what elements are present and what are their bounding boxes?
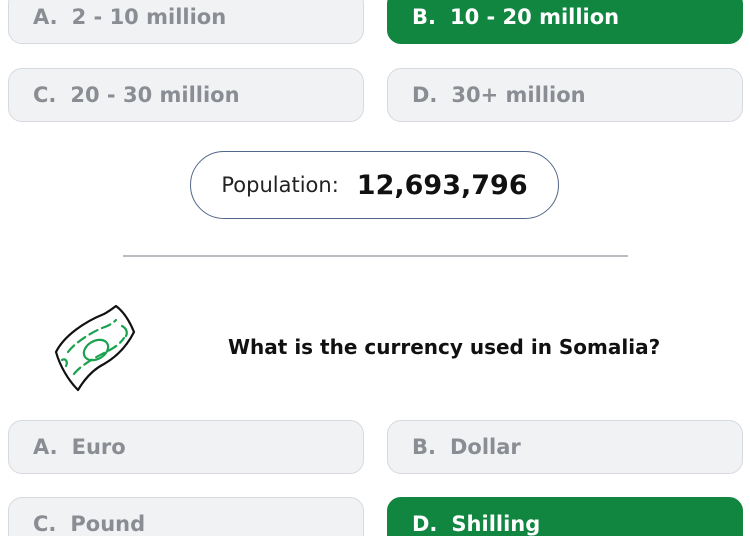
option-a-euro[interactable]: A. Euro	[8, 420, 364, 474]
option-text: 2 - 10 million	[71, 5, 227, 29]
option-letter: B.	[412, 5, 436, 29]
money-bill-icon	[44, 300, 144, 396]
population-badge: Population: 12,693,796	[190, 151, 559, 219]
option-letter: A.	[33, 5, 58, 29]
option-b-dollar[interactable]: B. Dollar	[387, 420, 743, 474]
option-c-20-30-million[interactable]: C. 20 - 30 million	[8, 68, 364, 122]
option-letter: B.	[412, 435, 436, 459]
option-text: Euro	[71, 435, 126, 459]
option-d-shilling[interactable]: D. Shilling	[387, 497, 743, 536]
option-letter: D.	[412, 512, 438, 536]
quiz-page: A. 2 - 10 million B. 10 - 20 million C. …	[0, 0, 750, 536]
question-text: What is the currency used in Somalia?	[228, 335, 661, 359]
option-text: 10 - 20 million	[449, 5, 620, 29]
population-label: Population:	[221, 173, 339, 197]
option-b-10-20-million[interactable]: B. 10 - 20 million	[387, 0, 743, 44]
option-d-30-plus-million[interactable]: D. 30+ million	[387, 68, 743, 122]
section-divider	[123, 255, 628, 257]
option-text: Shilling	[451, 512, 541, 536]
option-letter: D.	[412, 83, 438, 107]
option-text: Dollar	[449, 435, 521, 459]
option-text: 20 - 30 million	[70, 83, 240, 107]
option-a-2-10-million[interactable]: A. 2 - 10 million	[8, 0, 364, 44]
option-letter: A.	[33, 435, 58, 459]
option-c-pound[interactable]: C. Pound	[8, 497, 364, 536]
population-value: 12,693,796	[356, 169, 528, 201]
option-letter: C.	[33, 512, 57, 536]
option-letter: C.	[33, 83, 57, 107]
option-text: Pound	[70, 512, 146, 536]
option-text: 30+ million	[451, 83, 586, 107]
